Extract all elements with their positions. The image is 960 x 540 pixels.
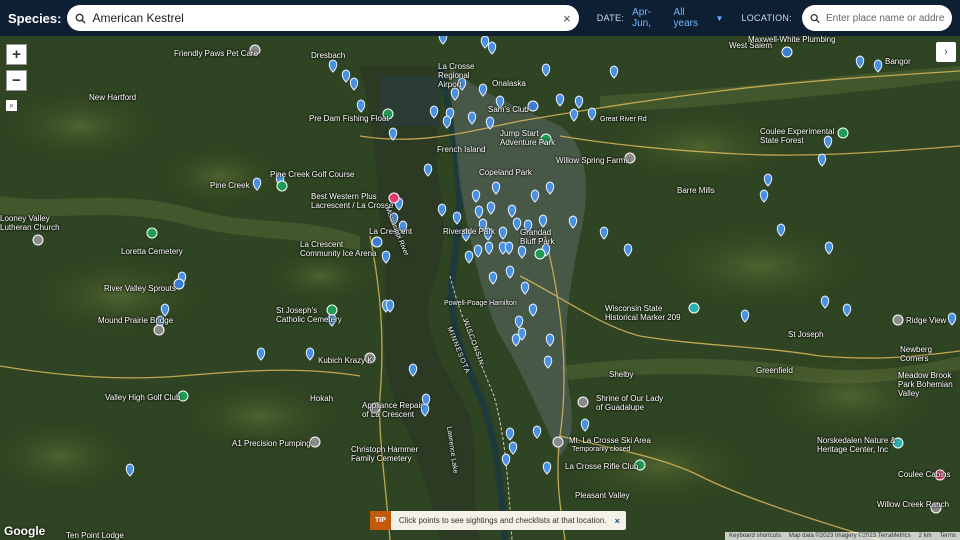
poi-icon bbox=[309, 436, 321, 448]
satellite-map[interactable]: Friendly Paws Pet Care Dresbach New Hart… bbox=[0, 35, 960, 540]
place-label: Pleasant Valley bbox=[575, 491, 630, 500]
date-years-selector[interactable]: All years bbox=[674, 7, 712, 29]
date-label: DATE: bbox=[596, 13, 625, 23]
place-label: Willow Creek Ranch bbox=[877, 500, 950, 509]
ski-icon bbox=[552, 436, 564, 448]
place-label: Coulee Experimental State Forest bbox=[760, 127, 835, 145]
place-label: Wisconsin State Historical Marker 209 bbox=[605, 304, 681, 322]
top-bar: Species: American Kestrel × DATE: Apr-Ju… bbox=[0, 0, 960, 36]
place-label: Ten Point Lodge bbox=[66, 531, 124, 540]
map-data-credit: Map data ©2023 Imagery ©2023 TerraMetric… bbox=[788, 533, 911, 539]
place-label: Appliance Repair of La Crescent bbox=[362, 401, 423, 419]
location-input[interactable] bbox=[826, 12, 944, 24]
zoom-in-button[interactable]: + bbox=[6, 44, 27, 65]
place-label: Ridge View bbox=[906, 316, 947, 325]
place-label: Bangor bbox=[885, 57, 911, 66]
zoom-out-button[interactable]: − bbox=[6, 70, 27, 91]
place-label: Pine Creek Golf Course bbox=[270, 170, 355, 179]
search-icon bbox=[76, 13, 87, 24]
place-label: Newberg Corners bbox=[900, 345, 933, 363]
marker-icon bbox=[688, 302, 700, 314]
place-label: St Joseph bbox=[788, 330, 824, 339]
place-label: Pine Creek bbox=[210, 181, 250, 190]
place-label: Mound Prairie Bridge bbox=[98, 316, 174, 325]
map-attribution: Keyboard shortcuts Map data ©2023 Imager… bbox=[725, 532, 960, 540]
tip-message: Click points to see sightings and checkl… bbox=[398, 516, 607, 525]
poi-icon bbox=[527, 100, 539, 112]
church-icon bbox=[32, 234, 44, 246]
tip-banner: TIP Click points to see sightings and ch… bbox=[370, 511, 626, 530]
close-icon[interactable]: × bbox=[615, 516, 626, 526]
place-label: Looney Valley Lutheran Church bbox=[0, 214, 60, 232]
park-icon bbox=[534, 248, 546, 260]
place-label: Pre Dam Fishing Float bbox=[309, 114, 389, 123]
place-label: Mt. La Crosse Ski Area bbox=[569, 436, 651, 445]
place-label: Coulee Cabins bbox=[898, 470, 951, 479]
place-label: Friendly Paws Pet Care bbox=[174, 49, 259, 58]
google-logo: Google bbox=[4, 524, 46, 538]
place-label: New Hartford bbox=[89, 93, 137, 102]
search-area-icon[interactable]: ⌕ bbox=[6, 100, 17, 111]
place-label: Onalaska bbox=[492, 79, 526, 88]
terms-link[interactable]: Terms bbox=[940, 532, 956, 540]
place-label: A1 Precision Pumping bbox=[232, 439, 311, 448]
place-label: Powell-Poage Hamilton bbox=[444, 300, 517, 307]
place-label: Jump Start Adventure Park bbox=[500, 129, 556, 147]
expand-panel-button[interactable]: › bbox=[936, 42, 956, 62]
keyboard-shortcuts-link[interactable]: Keyboard shortcuts bbox=[729, 532, 781, 540]
place-label: Riverside Park bbox=[443, 227, 496, 236]
chevron-down-icon[interactable]: ▼ bbox=[716, 14, 724, 23]
place-label: Temporarily closed bbox=[572, 446, 631, 453]
place-label: Norskedalen Nature & Heritage Center, In… bbox=[817, 436, 896, 454]
place-label: River Valley Sprouts bbox=[104, 284, 176, 293]
church-icon bbox=[577, 396, 589, 408]
place-label: St Joseph's Catholic Cemetery bbox=[276, 306, 342, 324]
place-label: Shrine of Our Lady of Guadalupe bbox=[596, 394, 664, 412]
poi-icon bbox=[781, 46, 793, 58]
date-range-selector[interactable]: Apr-Jun, bbox=[632, 7, 669, 29]
search-icon bbox=[810, 13, 820, 23]
place-label: Maxwell-White Plumbing bbox=[748, 35, 836, 44]
place-label: Greenfield bbox=[756, 366, 793, 375]
map-app: Species: American Kestrel × DATE: Apr-Ju… bbox=[0, 0, 960, 540]
place-label: Shelby bbox=[609, 370, 634, 379]
species-label: Species: bbox=[8, 10, 62, 26]
species-input[interactable]: American Kestrel × bbox=[67, 5, 579, 31]
place-label: Meadow Brook Park Bohemian Valley bbox=[898, 371, 953, 398]
species-value: American Kestrel bbox=[92, 11, 184, 25]
scale-label: 2 km bbox=[918, 533, 932, 539]
place-label: Hokah bbox=[310, 394, 334, 403]
place-label: French Island bbox=[437, 145, 486, 154]
bridge-icon bbox=[153, 324, 165, 336]
place-label: Great River Rd bbox=[600, 116, 647, 123]
poi-icon bbox=[892, 314, 904, 326]
place-label: La Crescent Community Ice Arena bbox=[300, 240, 377, 258]
location-label: LOCATION: bbox=[741, 13, 792, 23]
tip-badge: TIP bbox=[370, 511, 391, 530]
place-label: La Crosse Regional Airport bbox=[438, 62, 475, 89]
place-label: Kubich Krazy K bbox=[318, 356, 373, 365]
place-label: Loretta Cemetery bbox=[121, 247, 183, 256]
clear-species-icon[interactable]: × bbox=[563, 11, 571, 26]
place-label: Valley High Golf Club bbox=[105, 393, 181, 402]
place-label: Christoph Hammer Family Cemetery bbox=[351, 445, 419, 463]
place-label: La Crosse Rifle Club bbox=[565, 462, 639, 471]
place-label: Barre Mills bbox=[677, 186, 715, 195]
place-label: Dresbach bbox=[311, 51, 346, 60]
place-label: Copeland Park bbox=[479, 168, 532, 177]
place-label: Grandad Bluff Park bbox=[520, 228, 555, 246]
golf-icon bbox=[276, 180, 288, 192]
location-search[interactable] bbox=[802, 5, 952, 31]
place-label: Willow Spring Farms bbox=[556, 156, 630, 165]
cemetery-icon bbox=[146, 227, 158, 239]
place-label: Sam's Club bbox=[488, 105, 529, 114]
